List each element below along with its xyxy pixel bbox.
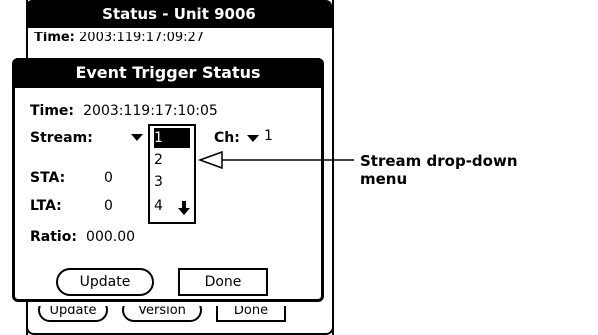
status-time-label: Time: [34, 32, 75, 45]
sta-value: 0 [104, 170, 113, 186]
update-button[interactable]: Update [56, 268, 154, 296]
status-update-button[interactable]: Update [38, 306, 108, 322]
status-done-button[interactable]: Done [216, 306, 286, 322]
lta-label: LTA: [30, 198, 62, 214]
callout-label: Stream drop-down menu [360, 152, 518, 188]
dialog-title: Event Trigger Status [12, 58, 324, 88]
time-value: 2003:119:17:10:05 [83, 103, 218, 119]
status-time-value: 2003:119:17:09:27 [79, 32, 205, 45]
stream-option-4[interactable]: 4 [154, 196, 170, 216]
callout-line-2: menu [360, 170, 408, 188]
time-label: Time: [30, 103, 75, 119]
stream-dropdown-menu[interactable]: 1 2 3 4 [148, 124, 196, 224]
stream-option-1[interactable]: 1 [154, 128, 190, 148]
stream-label: Stream: [30, 130, 93, 146]
status-version-button[interactable]: Version [122, 306, 202, 322]
status-window-buttons: Update Version Done [38, 306, 298, 326]
stream-option-2[interactable]: 2 [154, 150, 190, 170]
lta-value: 0 [104, 198, 113, 214]
scroll-down-arrow-icon[interactable] [178, 200, 190, 216]
callout-line-1: Stream drop-down [360, 152, 518, 170]
done-button[interactable]: Done [178, 268, 268, 296]
ch-dropdown-trigger-icon[interactable] [246, 130, 260, 144]
status-window-title: Status - Unit 9006 [26, 0, 332, 28]
ratio-row: Ratio: 000.00 [30, 226, 135, 245]
status-window-time: Time: 2003:119:17:09:27 [34, 32, 204, 46]
stream-option-3[interactable]: 3 [154, 172, 190, 192]
status-window-bottom-edge [26, 326, 334, 335]
ratio-label: Ratio: [30, 229, 77, 245]
stream-dropdown-trigger-icon[interactable] [130, 129, 144, 143]
ch-value[interactable]: 1 [264, 128, 273, 144]
dialog-time-row: Time: 2003:119:17:10:05 [30, 100, 218, 119]
ch-label: Ch: [214, 130, 240, 146]
ratio-value: 000.00 [86, 229, 136, 245]
sta-label: STA: [30, 170, 66, 186]
callout-arrow-icon [197, 150, 354, 170]
